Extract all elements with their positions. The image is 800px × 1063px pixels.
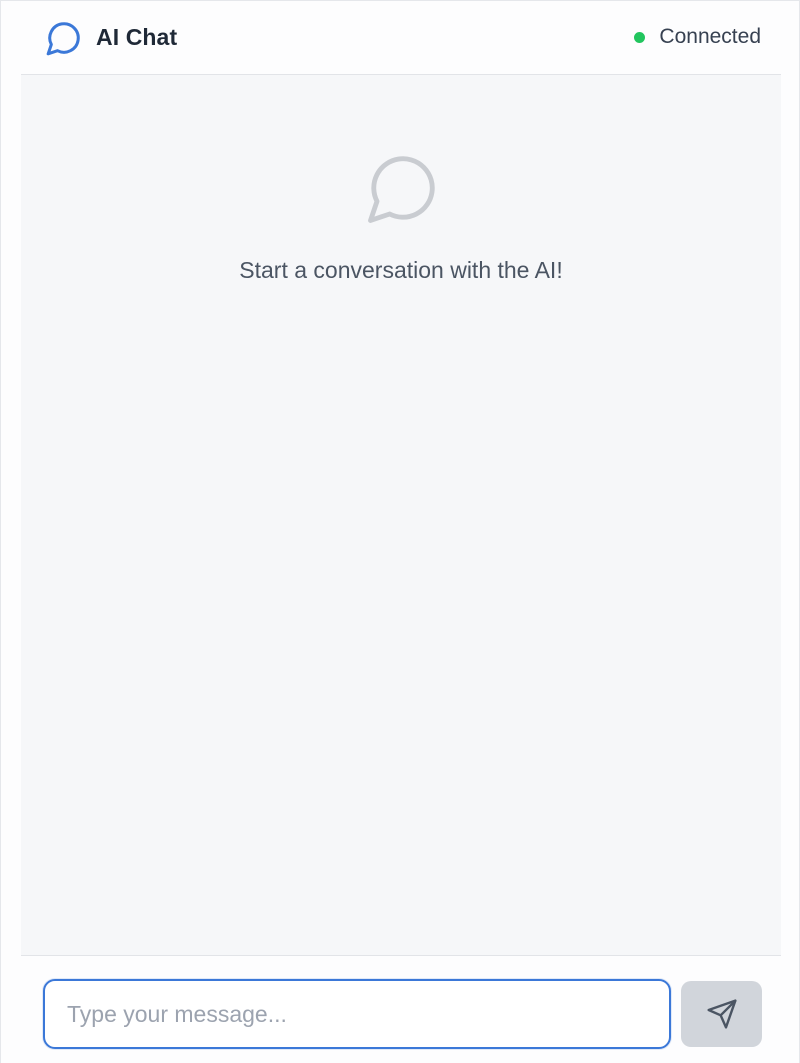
empty-state-text: Start a conversation with the AI! <box>239 257 563 283</box>
connection-status: Connected <box>634 25 761 49</box>
chat-header: AI Chat Connected <box>21 1 781 75</box>
chat-app: AI Chat Connected Start a conversation w… <box>0 0 800 1063</box>
message-composer <box>21 957 781 1063</box>
app-title: AI Chat <box>96 24 178 50</box>
message-input[interactable] <box>43 979 671 1049</box>
message-list[interactable]: Start a conversation with the AI! <box>21 75 781 956</box>
send-icon <box>706 999 737 1029</box>
send-button[interactable] <box>681 981 762 1047</box>
chat-bubble-icon <box>368 156 435 223</box>
chat-bubble-icon <box>46 22 80 56</box>
status-dot <box>634 31 646 43</box>
status-text: Connected <box>659 25 761 48</box>
